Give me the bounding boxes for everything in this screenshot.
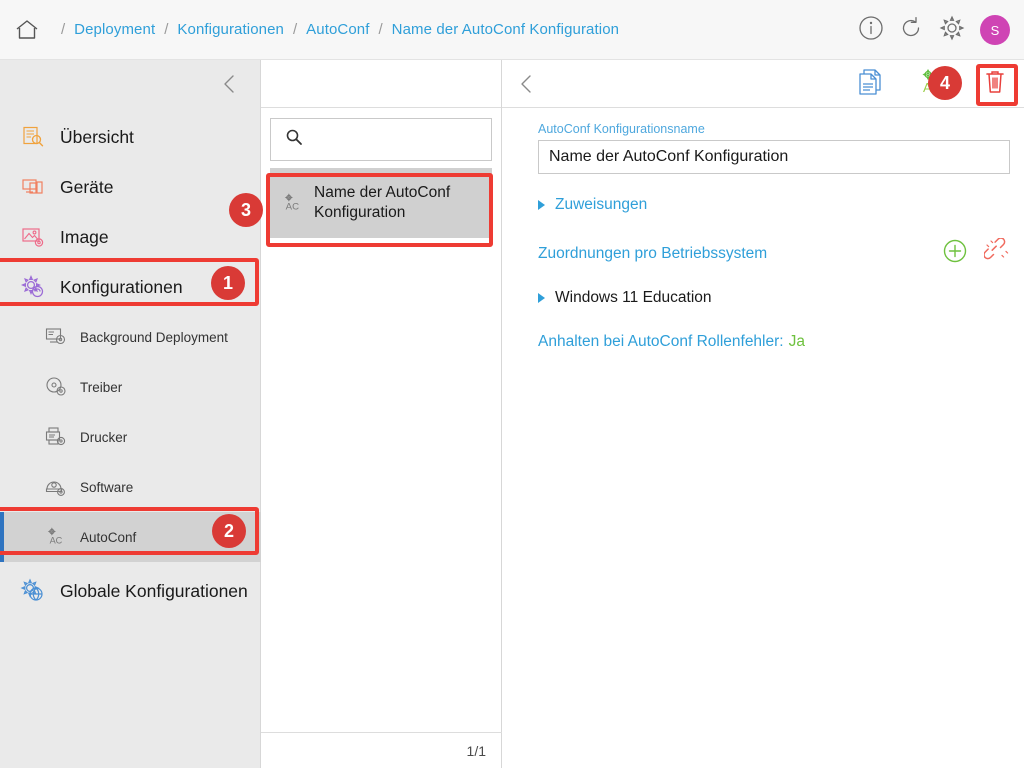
detail-panel: AC AutoConf Konfigurationsname Name der … [502, 60, 1024, 768]
sidebar-item-label: Background Deployment [80, 329, 228, 345]
list-pagination: 1/1 [261, 732, 502, 768]
breadcrumb-item-deployment[interactable]: Deployment [74, 21, 155, 38]
sidebar-item-label: Konfigurationen [60, 276, 183, 297]
sidebar-collapse-button[interactable] [216, 70, 244, 98]
app-window: / Deployment / Konfigurationen / AutoCon… [0, 0, 1024, 768]
duplicate-icon[interactable] [854, 66, 886, 103]
gear-icon[interactable] [938, 14, 966, 47]
sidebar-item-image[interactable]: Image [0, 212, 261, 262]
search-icon [285, 128, 303, 151]
sidebar-item-uebersicht[interactable]: Übersicht [0, 112, 261, 162]
os-assignments-label: Zuordnungen pro Betriebssystem [538, 244, 768, 262]
breadcrumb-separator: / [378, 21, 383, 38]
breadcrumb: / Deployment / Konfigurationen / AutoCon… [52, 21, 619, 38]
back-button[interactable] [512, 69, 542, 99]
autoconf-icon: AC [45, 526, 67, 548]
sidebar-item-label: Treiber [80, 379, 123, 395]
svg-text:AC: AC [286, 201, 299, 212]
list-panel-header [261, 60, 501, 108]
image-icon [20, 224, 46, 250]
autoconf-icon: AC [282, 192, 304, 214]
pagination-label: 1/1 [466, 742, 486, 759]
overview-icon [20, 124, 46, 150]
halt-on-error-value: Ja [788, 333, 805, 350]
halt-on-error-label: Anhalten bei AutoConf Rollenfehler: [538, 333, 784, 350]
halt-on-error-row: Anhalten bei AutoConf Rollenfehler: Ja [538, 333, 1002, 351]
global-configurations-icon [20, 578, 46, 604]
detail-body: AutoConf Konfigurationsname Name der Aut… [502, 108, 1024, 351]
top-bar-actions: S [858, 0, 1010, 60]
background-deployment-icon [45, 326, 67, 348]
breadcrumb-separator: / [292, 21, 298, 38]
configurations-gear-icon [20, 274, 46, 300]
assignments-expander-label: Zuweisungen [555, 196, 648, 213]
list-item[interactable]: AC Name der AutoConf Konfiguration [270, 168, 492, 238]
delete-trash-icon[interactable] [980, 67, 1010, 102]
breadcrumb-item-konfigurationen[interactable]: Konfigurationen [177, 21, 284, 38]
plus-circle-icon[interactable] [942, 238, 968, 269]
chevron-right-icon [538, 293, 545, 303]
os-entry-expander[interactable]: Windows 11 Education [538, 289, 1002, 307]
svg-text:AC: AC [50, 535, 63, 545]
info-icon[interactable] [858, 15, 884, 46]
search-input[interactable] [270, 118, 492, 161]
sidebar-item-software[interactable]: Software [0, 462, 261, 512]
sidebar-item-label: Drucker [80, 429, 128, 445]
os-assignments-section: Zuordnungen pro Betriebssystem [538, 237, 1010, 269]
os-entry-label: Windows 11 Education [555, 289, 712, 306]
assignments-expander[interactable]: Zuweisungen [538, 196, 1002, 214]
sidebar-item-treiber[interactable]: Treiber [0, 362, 261, 412]
chevron-right-icon [538, 200, 545, 210]
sidebar-item-label: Software [80, 479, 134, 495]
sidebar: Übersicht Geräte Image Konfigurationen B… [0, 60, 261, 768]
list-panel: AC Name der AutoConf Konfiguration 1/1 [261, 60, 502, 768]
refresh-icon[interactable] [898, 15, 924, 46]
software-disc-icon [45, 476, 67, 498]
devices-icon [20, 174, 46, 200]
sidebar-item-label: AutoConf [80, 529, 137, 545]
step-badge-2: 2 [212, 514, 246, 548]
top-bar: / Deployment / Konfigurationen / AutoCon… [0, 0, 1024, 60]
home-icon[interactable] [14, 17, 40, 43]
sidebar-item-drucker[interactable]: Drucker [0, 412, 261, 462]
name-field[interactable]: Name der AutoConf Konfiguration [538, 140, 1010, 174]
breadcrumb-item-autoconf[interactable]: AutoConf [306, 21, 369, 38]
unlink-icon[interactable] [983, 237, 1010, 269]
printer-icon [45, 426, 67, 448]
os-assignments-actions [942, 237, 1010, 269]
list-item-label: Name der AutoConf Konfiguration [314, 184, 451, 221]
sidebar-item-label: Übersicht [60, 126, 134, 147]
breadcrumb-separator: / [61, 21, 66, 38]
step-badge-1: 1 [211, 266, 245, 300]
sidebar-item-label: Globale Konfigurationen [60, 580, 248, 601]
name-field-value: Name der AutoConf Konfiguration [549, 148, 789, 165]
avatar[interactable]: S [980, 15, 1010, 45]
step-badge-3: 3 [229, 193, 263, 227]
sidebar-item-label: Image [60, 226, 109, 247]
name-field-label: AutoConf Konfigurationsname [538, 122, 705, 136]
breadcrumb-separator: / [164, 21, 169, 38]
driver-disc-icon [45, 376, 67, 398]
sidebar-item-label: Geräte [60, 176, 114, 197]
step-badge-4: 4 [928, 66, 962, 100]
sidebar-item-background-deployment[interactable]: Background Deployment [0, 312, 261, 362]
breadcrumb-item-current[interactable]: Name der AutoConf Konfiguration [392, 21, 619, 38]
sidebar-item-globale-konfigurationen[interactable]: Globale Konfigurationen [0, 566, 261, 616]
sidebar-item-geraete[interactable]: Geräte [0, 162, 261, 212]
